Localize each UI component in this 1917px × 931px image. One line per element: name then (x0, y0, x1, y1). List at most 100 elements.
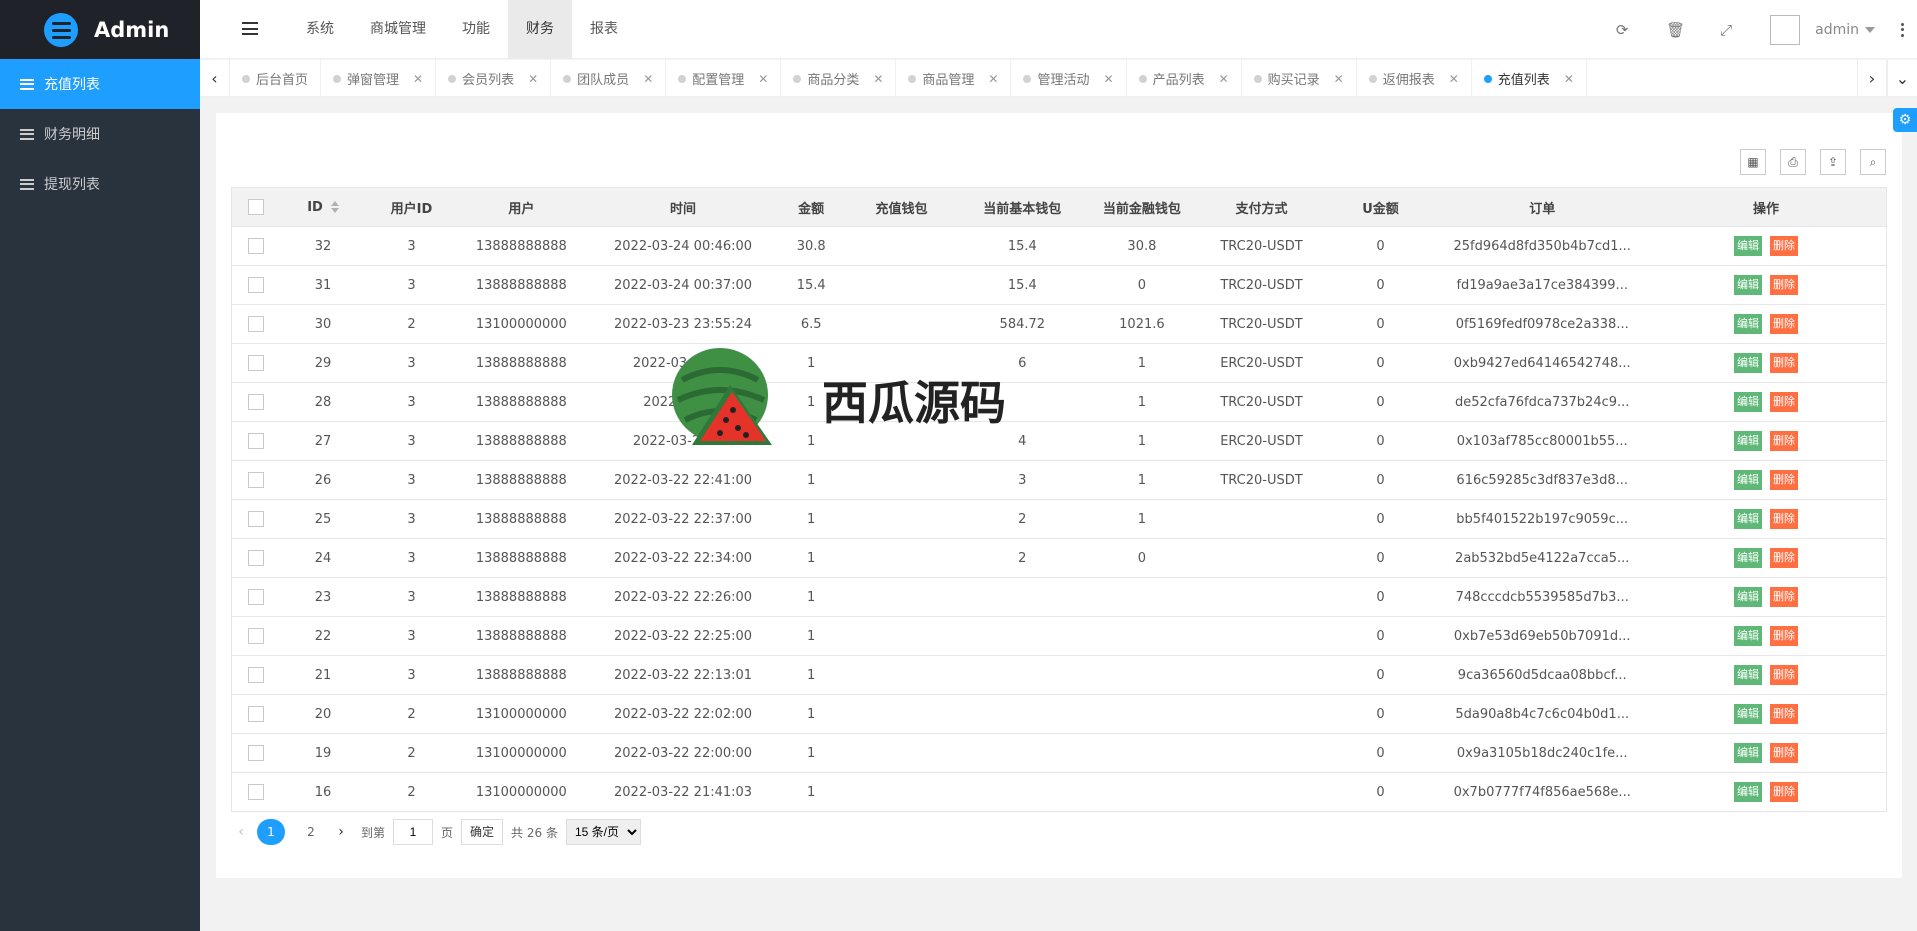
row-checkbox[interactable] (231, 772, 281, 812)
top-nav-item[interactable]: 报表 (572, 0, 636, 59)
edit-button[interactable]: 编辑 (1733, 626, 1762, 646)
delete-button[interactable]: 删除 (1769, 626, 1798, 646)
tab[interactable]: 充值列表 ✕ (1472, 60, 1587, 97)
edit-button[interactable]: 编辑 (1733, 665, 1762, 685)
row-checkbox[interactable] (231, 460, 281, 500)
tab[interactable]: 会员列表 ✕ (436, 60, 552, 97)
tabs-dropdown-icon[interactable]: ⌄ (1887, 60, 1917, 97)
top-nav-item[interactable]: 财务 (508, 0, 572, 59)
close-icon[interactable]: ✕ (1219, 72, 1229, 86)
delete-button[interactable]: 删除 (1769, 353, 1798, 373)
row-checkbox[interactable] (231, 616, 281, 656)
sidebar-item[interactable]: 提现列表 (0, 159, 200, 209)
close-icon[interactable]: ✕ (758, 72, 768, 86)
float-tool-icon[interactable]: ⚙ (1893, 108, 1917, 132)
goto-page-input[interactable] (393, 819, 434, 845)
tab[interactable]: 配置管理 ✕ (666, 60, 782, 97)
chevron-down-icon[interactable] (1865, 26, 1875, 33)
close-icon[interactable]: ✕ (873, 72, 883, 86)
tab[interactable]: 管理活动 ✕ (1011, 60, 1127, 97)
delete-button[interactable]: 删除 (1769, 548, 1798, 568)
row-checkbox[interactable] (231, 694, 281, 734)
delete-button[interactable]: 删除 (1769, 782, 1798, 802)
delete-button[interactable]: 删除 (1769, 275, 1798, 295)
close-icon[interactable]: ✕ (1449, 72, 1459, 86)
refresh-icon[interactable]: ⟳ (1614, 22, 1630, 38)
row-checkbox[interactable] (231, 733, 281, 773)
edit-button[interactable]: 编辑 (1733, 548, 1762, 568)
close-icon[interactable]: ✕ (1564, 72, 1574, 86)
delete-button[interactable]: 删除 (1769, 392, 1798, 412)
top-nav-item[interactable]: 系统 (288, 0, 352, 59)
row-checkbox[interactable] (231, 343, 281, 383)
sort-icon[interactable] (330, 201, 339, 213)
next-page-icon[interactable]: › (331, 824, 351, 840)
row-checkbox[interactable] (231, 538, 281, 578)
tab[interactable]: 后台首页 (230, 60, 322, 97)
close-icon[interactable]: ✕ (413, 72, 423, 86)
row-checkbox[interactable] (231, 421, 281, 461)
delete-button[interactable]: 删除 (1769, 236, 1798, 256)
username[interactable]: admin (1815, 22, 1859, 38)
collapse-menu-icon[interactable] (242, 22, 258, 35)
top-nav-item[interactable]: 商城管理 (352, 0, 444, 59)
page-number[interactable]: 2 (297, 819, 325, 845)
page-size-select[interactable]: 15 条/页 (565, 819, 641, 845)
edit-button[interactable]: 编辑 (1733, 782, 1762, 802)
delete-button[interactable]: 删除 (1769, 470, 1798, 490)
delete-button[interactable]: 删除 (1769, 314, 1798, 334)
close-icon[interactable]: ✕ (988, 72, 998, 86)
tab[interactable]: 团队成员 ✕ (551, 60, 667, 97)
tabs-scroll-right-icon[interactable]: › (1857, 60, 1887, 97)
tab[interactable]: 商品分类 ✕ (781, 60, 897, 97)
delete-button[interactable]: 删除 (1769, 665, 1798, 685)
search-icon[interactable]: ⌕ (1860, 149, 1886, 175)
tab[interactable]: 购买记录 ✕ (1242, 60, 1357, 97)
edit-button[interactable]: 编辑 (1733, 236, 1762, 256)
edit-button[interactable]: 编辑 (1733, 275, 1762, 295)
edit-button[interactable]: 编辑 (1733, 470, 1762, 490)
close-icon[interactable]: ✕ (1334, 72, 1344, 86)
columns-filter-icon[interactable]: ▦ (1740, 149, 1766, 175)
column-header-id[interactable]: ID (280, 187, 366, 227)
avatar[interactable] (1770, 14, 1801, 45)
page-number[interactable]: 1 (257, 819, 285, 845)
top-nav-item[interactable]: 功能 (444, 0, 508, 59)
row-checkbox[interactable] (231, 577, 281, 617)
delete-button[interactable]: 删除 (1769, 431, 1798, 451)
edit-button[interactable]: 编辑 (1733, 431, 1762, 451)
trash-icon[interactable]: 🗑 (1666, 22, 1685, 38)
edit-button[interactable]: 编辑 (1733, 704, 1762, 724)
edit-button[interactable]: 编辑 (1733, 392, 1762, 412)
row-checkbox[interactable] (231, 655, 281, 695)
row-checkbox[interactable] (231, 499, 281, 539)
more-icon[interactable] (1901, 22, 1905, 37)
tab[interactable]: 弹窗管理 ✕ (321, 60, 437, 97)
tab[interactable]: 商品管理 ✕ (896, 60, 1012, 97)
delete-button[interactable]: 删除 (1769, 587, 1798, 607)
delete-button[interactable]: 删除 (1769, 704, 1798, 724)
fullscreen-icon[interactable]: ⤢ (1718, 22, 1734, 38)
close-icon[interactable]: ✕ (528, 72, 538, 86)
edit-button[interactable]: 编辑 (1733, 587, 1762, 607)
row-checkbox[interactable] (231, 382, 281, 422)
edit-button[interactable]: 编辑 (1733, 509, 1762, 529)
edit-button[interactable]: 编辑 (1733, 353, 1762, 373)
delete-button[interactable]: 删除 (1769, 743, 1798, 763)
tab[interactable]: 产品列表 ✕ (1127, 60, 1242, 97)
close-icon[interactable]: ✕ (643, 72, 653, 86)
sidebar-item[interactable]: 充值列表 (0, 59, 200, 109)
confirm-page-button[interactable]: 确定 (461, 819, 504, 845)
tab[interactable]: 返佣报表 ✕ (1357, 60, 1472, 97)
export-icon[interactable]: ⇪ (1820, 149, 1846, 175)
row-checkbox[interactable] (231, 304, 281, 344)
prev-page-icon[interactable]: ‹ (231, 824, 251, 840)
print-icon[interactable]: ⎙ (1780, 149, 1806, 175)
close-icon[interactable]: ✕ (1104, 72, 1114, 86)
sidebar-item[interactable]: 财务明细 (0, 109, 200, 159)
edit-button[interactable]: 编辑 (1733, 314, 1762, 334)
row-checkbox[interactable] (231, 265, 281, 305)
edit-button[interactable]: 编辑 (1733, 743, 1762, 763)
tabs-scroll-left-icon[interactable]: ‹ (200, 60, 230, 97)
logo[interactable]: Admin (0, 0, 200, 59)
